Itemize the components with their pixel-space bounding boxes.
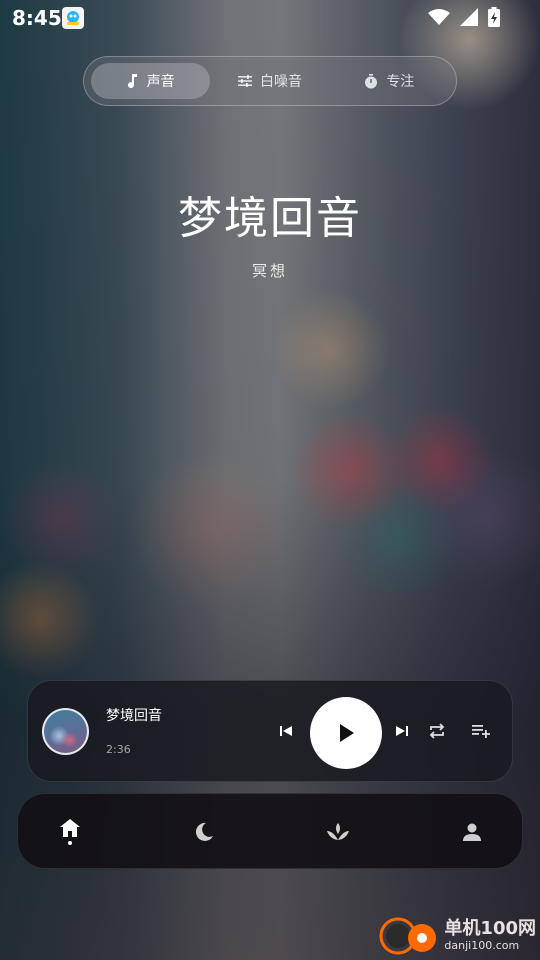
watermark-logo-icon [379, 917, 437, 955]
next-button[interactable] [392, 721, 412, 741]
skip-previous-icon [280, 726, 292, 736]
battery-charging-icon [488, 7, 500, 27]
watermark-brand: 单机100网 [444, 918, 536, 939]
lotus-icon [327, 823, 349, 840]
tab-focus[interactable]: 专注 [330, 63, 449, 99]
category-tabs: 声音 白噪音 专注 [83, 56, 457, 106]
watermark: 单机100网 danji100.com [378, 914, 536, 958]
home-icon [60, 819, 80, 837]
tab-white-noise[interactable]: 白噪音 [210, 63, 329, 99]
track-title: 梦境回音 [178, 193, 362, 244]
active-indicator [68, 841, 72, 845]
nav-profile[interactable] [442, 794, 502, 870]
tab-label: 声音 [146, 74, 175, 90]
watermark-url: danji100.com [444, 939, 520, 952]
moon-icon [195, 822, 213, 841]
skip-next-icon [396, 726, 408, 736]
previous-button[interactable] [276, 721, 296, 741]
play-icon [340, 724, 354, 742]
signal-icon [460, 8, 478, 26]
player-track-title: 梦境回音 [106, 708, 162, 724]
status-icons [428, 7, 500, 27]
nav-meditation[interactable] [308, 794, 368, 870]
play-button[interactable] [310, 697, 382, 769]
app-screen: 8:45 声音 白噪音 专注 梦境回音 冥想 梦境回音 2:36 单机100网 … [0, 0, 540, 960]
tab-label: 白噪音 [259, 74, 302, 90]
nav-sleep[interactable] [174, 794, 234, 870]
status-time: 8:45 [12, 6, 62, 30]
playlist-add-icon [472, 725, 490, 738]
timer-icon [365, 73, 378, 88]
mini-player[interactable]: 梦境回音 2:36 [27, 680, 513, 782]
album-cover[interactable] [42, 708, 89, 755]
player-elapsed-time: 2:36 [106, 743, 131, 756]
repeat-icon [429, 723, 445, 739]
track-category: 冥想 [251, 262, 288, 280]
nav-home[interactable] [40, 794, 100, 870]
repeat-button[interactable] [426, 721, 448, 741]
wifi-icon [428, 9, 450, 25]
tab-label: 专注 [386, 74, 415, 90]
person-icon [463, 823, 481, 841]
tab-sound[interactable]: 声音 [91, 63, 211, 99]
equalizer-icon [237, 75, 252, 87]
app-notification-icon [62, 7, 84, 29]
add-to-playlist-button[interactable] [470, 721, 492, 741]
bottom-nav [17, 793, 523, 869]
music-note-icon [127, 74, 137, 88]
